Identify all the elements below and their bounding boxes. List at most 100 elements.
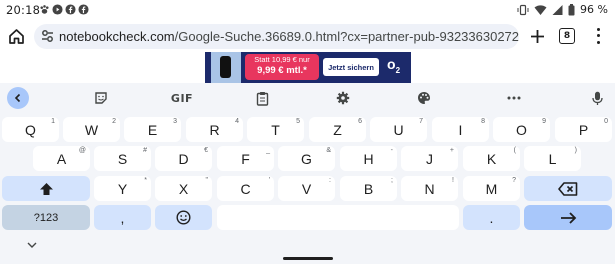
key-v[interactable]: V: — [278, 176, 335, 201]
tune-icon[interactable] — [41, 29, 54, 43]
key-hint: 4 — [235, 118, 239, 125]
key-label: T — [271, 121, 280, 138]
key-i[interactable]: I8 — [432, 117, 489, 142]
comma-key[interactable]: , — [94, 205, 151, 230]
signal-icon — [552, 4, 563, 15]
key-hint: 7 — [419, 118, 423, 125]
period-key[interactable]: . — [463, 205, 520, 230]
more-button[interactable] — [503, 87, 525, 109]
key-hint: 8 — [481, 118, 485, 125]
shift-key[interactable] — [2, 176, 90, 201]
gif-label: GIF — [170, 91, 194, 105]
key-label: C — [240, 180, 251, 197]
key-label: Y — [117, 180, 128, 197]
facebook-icon — [65, 4, 76, 15]
key-u[interactable]: U7 — [370, 117, 427, 142]
sticker-icon — [95, 92, 107, 104]
key-hint: + — [449, 147, 454, 154]
theme-button[interactable] — [413, 87, 435, 109]
new-tab-button[interactable] — [526, 25, 548, 47]
keyboard-hide-chevron-icon[interactable] — [26, 240, 38, 250]
url-host: notebookcheck.com — [59, 29, 175, 44]
battery-icon — [568, 3, 575, 15]
key-m[interactable]: M? — [463, 176, 520, 201]
gif-button[interactable]: GIF — [169, 87, 195, 109]
ad-brand-logo: o2 — [387, 56, 400, 75]
backspace-icon — [558, 181, 578, 196]
key-hint: @ — [78, 147, 86, 154]
key-x[interactable]: X " — [155, 176, 212, 201]
key-g[interactable]: G & — [278, 146, 335, 171]
key-hint: ( — [513, 147, 516, 154]
battery-percentage: 96 % — [580, 3, 608, 16]
key-p[interactable]: P0 — [555, 117, 612, 142]
key-hint: * — [144, 177, 147, 184]
key-o[interactable]: O9 — [493, 117, 550, 142]
gear-icon — [336, 91, 350, 105]
key-label: L — [548, 150, 557, 167]
key-label: U — [393, 121, 404, 138]
arrow-right-icon — [560, 211, 576, 224]
clipboard-icon — [256, 91, 268, 106]
key-hint: ? — [512, 177, 516, 184]
paw-icon — [40, 5, 49, 14]
home-icon — [8, 28, 24, 44]
key-label: V — [301, 180, 312, 197]
key-l[interactable]: L) — [524, 146, 581, 171]
menu-dot — [596, 34, 600, 38]
key-label: P — [578, 121, 589, 138]
key-label: H — [363, 150, 374, 167]
key-f[interactable]: F _ — [217, 146, 274, 171]
keyboard-collapse-button[interactable] — [7, 87, 29, 109]
emoji-icon — [176, 210, 191, 225]
symbols-key[interactable]: ?123 — [2, 205, 90, 230]
key-w[interactable]: W2 — [63, 117, 120, 142]
key-t[interactable]: T5 — [247, 117, 304, 142]
clipboard-button[interactable] — [251, 87, 273, 109]
gesture-handle[interactable] — [283, 257, 333, 260]
key-a[interactable]: A @ — [33, 146, 90, 171]
status-bar: 20:18 96 % — [0, 0, 615, 20]
key-label: E — [147, 121, 158, 138]
enter-key[interactable] — [524, 205, 612, 230]
key-b[interactable]: B; — [340, 176, 397, 201]
key-hint: ' — [268, 177, 270, 184]
key-y[interactable]: Y * — [94, 176, 151, 201]
key-e[interactable]: E3 — [124, 117, 181, 142]
ad-banner[interactable]: Statt 10,99 € nur 9,99 € mtl.* Jetzt sic… — [205, 52, 411, 83]
ad-cta-button[interactable]: Jetzt sichern — [323, 58, 379, 76]
space-key[interactable] — [217, 205, 459, 230]
browser-toolbar: notebookcheck.com/Google-Suche.36689.0.h… — [0, 20, 615, 52]
home-button[interactable] — [5, 25, 27, 47]
key-d[interactable]: D € — [155, 146, 212, 171]
overflow-menu-button[interactable] — [590, 26, 606, 46]
key-r[interactable]: R4 — [186, 117, 243, 142]
key-j[interactable]: J + — [401, 146, 458, 171]
emoji-key[interactable] — [155, 205, 212, 230]
voice-input-button[interactable] — [586, 87, 608, 109]
key-hint: ! — [452, 177, 454, 184]
address-bar[interactable]: notebookcheck.com/Google-Suche.36689.0.h… — [34, 24, 519, 49]
key-z[interactable]: Z6 — [309, 117, 366, 142]
tab-switcher-button[interactable]: 8 — [559, 28, 575, 44]
key-q[interactable]: Q1 — [2, 117, 59, 142]
key-s[interactable]: S # — [94, 146, 151, 171]
key-hint: € — [204, 147, 208, 154]
key-h[interactable]: H- — [340, 146, 397, 171]
key-c[interactable]: C ' — [217, 176, 274, 201]
key-label: I — [458, 121, 463, 138]
backspace-key[interactable] — [524, 176, 612, 201]
sticker-button[interactable] — [90, 87, 112, 109]
key-hint: 2 — [112, 118, 116, 125]
system-status: 96 % — [517, 3, 608, 16]
settings-button[interactable] — [332, 87, 354, 109]
keyboard-toolbar: GIF — [0, 83, 615, 114]
key-n[interactable]: N! — [401, 176, 458, 201]
url-text[interactable]: notebookcheck.com/Google-Suche.36689.0.h… — [59, 29, 519, 44]
menu-dot — [596, 27, 600, 31]
key-k[interactable]: K( — [463, 146, 520, 171]
key-hint: _ — [266, 147, 270, 154]
key-hint: # — [143, 147, 147, 154]
vibrate-icon — [517, 4, 529, 15]
key-label: N — [424, 180, 435, 197]
